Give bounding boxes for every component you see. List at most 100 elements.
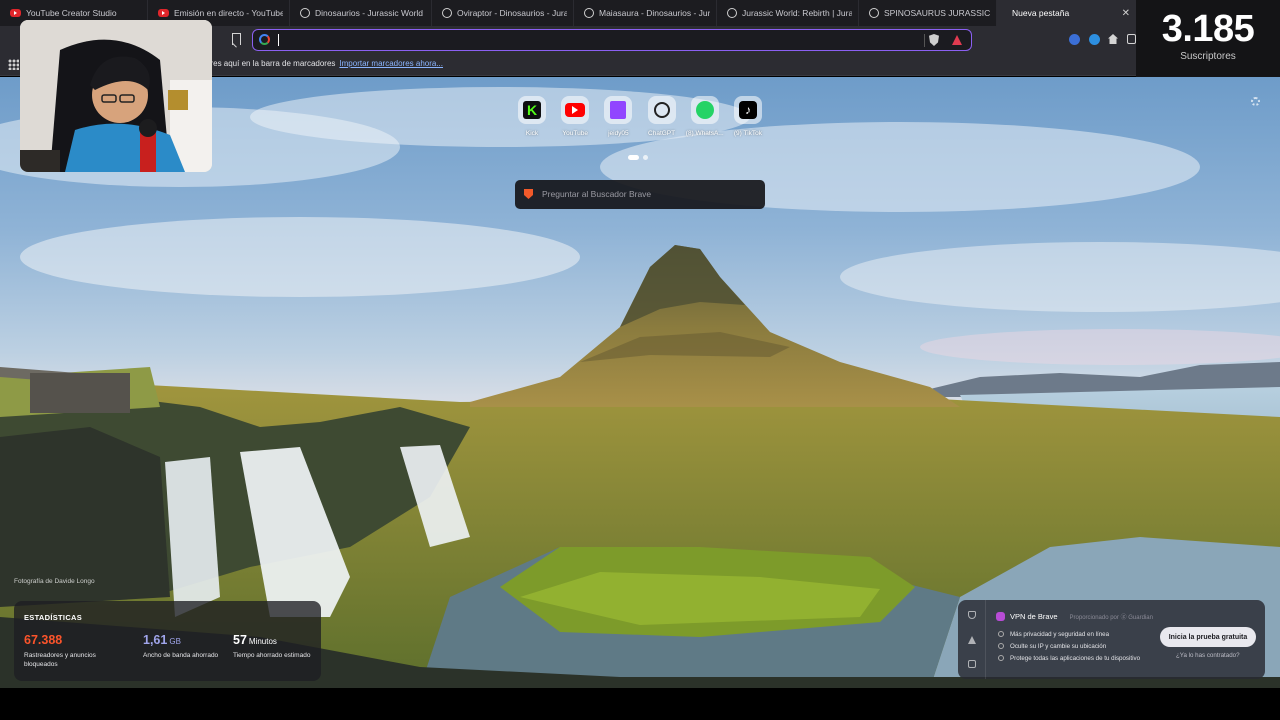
stat-desc: Rastreadores y anuncios bloqueados bbox=[24, 652, 96, 669]
top-site-label: (9) TikTok bbox=[733, 130, 763, 137]
tiktok-icon: ♪ bbox=[733, 96, 762, 124]
tab-label: Dinosaurios - Jurassic World Ev bbox=[315, 8, 425, 18]
tab-jurassic-rebirth[interactable]: Jurassic World: Rebirth | Jurass bbox=[717, 0, 859, 26]
tab-label: Oviraptor - Dinosaurios - Juras bbox=[457, 8, 567, 18]
apps-icon[interactable] bbox=[8, 59, 19, 70]
top-site-youtube[interactable]: YouTube bbox=[555, 96, 595, 146]
top-site-twitch[interactable]: jeidy05 bbox=[598, 96, 638, 146]
whatsapp-icon bbox=[690, 96, 719, 124]
top-site-kick[interactable]: K Kick bbox=[512, 96, 552, 146]
extensions-icon[interactable] bbox=[1127, 34, 1136, 44]
vpn-feature: Más privacidad y seguridad en línea bbox=[998, 628, 1140, 640]
divider bbox=[924, 34, 925, 47]
widget-rail bbox=[958, 600, 986, 679]
subscriber-count: 3.185 bbox=[1161, 8, 1255, 50]
subscriber-label: Suscriptores bbox=[1180, 51, 1236, 62]
bookmark-icon[interactable] bbox=[232, 33, 241, 45]
dino-icon bbox=[584, 8, 594, 18]
stats-title: ESTADÍSTICAS bbox=[24, 613, 83, 622]
top-site-label: jeidy05 bbox=[608, 130, 629, 137]
kick-icon: K bbox=[518, 96, 546, 124]
top-sites: K Kick YouTube jeidy05 ChatGPT (8) Whats… bbox=[512, 96, 768, 146]
vpn-widget: VPN de Brave Proporcionado por ⓖ Guardia… bbox=[958, 600, 1265, 679]
youtube-icon bbox=[561, 96, 590, 124]
browser-window: YouTube Creator Studio Emisión en direct… bbox=[0, 0, 1280, 720]
top-site-label: YouTube bbox=[562, 130, 588, 137]
page-dot-active[interactable] bbox=[628, 155, 639, 160]
settings-gear-icon[interactable] bbox=[1251, 97, 1260, 106]
talk-icon[interactable] bbox=[968, 660, 976, 668]
dino-icon bbox=[300, 8, 310, 18]
already-purchased-link[interactable]: ¿Ya lo has contratado? bbox=[1176, 652, 1240, 659]
vpn-shield-icon[interactable] bbox=[968, 611, 976, 619]
brave-rewards-icon[interactable] bbox=[952, 35, 962, 45]
text-caret bbox=[278, 34, 279, 46]
tab-maiasaura[interactable]: Maiasaura - Dinosaurios - Jura bbox=[574, 0, 717, 26]
tab-label: Maiasaura - Dinosaurios - Jura bbox=[599, 8, 710, 18]
tiktok-logo: ♪ bbox=[738, 101, 757, 119]
youtube-icon bbox=[10, 9, 21, 17]
whatsapp-logo bbox=[695, 101, 714, 119]
import-bookmarks-link[interactable]: Importar marcadores ahora... bbox=[339, 59, 443, 68]
photo-credit[interactable]: Fotografía de Davide Longo bbox=[14, 578, 95, 585]
rewards-triangle-icon[interactable] bbox=[968, 636, 976, 644]
top-site-label: Kick bbox=[525, 130, 539, 137]
chatgpt-icon bbox=[647, 96, 676, 124]
stat-bandwidth-saved: 1,61 GB Ancho de banda ahorrado bbox=[143, 631, 221, 660]
vpn-feature: Oculte su IP y cambie su ubicación bbox=[998, 640, 1140, 652]
tab-nueva-pestana[interactable]: Nueva pestaña ✕ bbox=[997, 0, 1137, 26]
stats-widget: ESTADÍSTICAS 67.388 Rastreadores y anunc… bbox=[14, 601, 321, 681]
page-dot[interactable] bbox=[643, 155, 648, 160]
stat-value: 67.388 bbox=[24, 633, 63, 647]
vpn-feature-list: Más privacidad y seguridad en línea Ocul… bbox=[998, 628, 1140, 664]
bookmarks-hint-text: ores aquí en la barra de marcadores bbox=[206, 59, 336, 68]
close-tab-icon[interactable]: ✕ bbox=[1122, 8, 1130, 19]
brave-lion-icon bbox=[524, 189, 533, 199]
extension-icon[interactable] bbox=[1089, 34, 1100, 45]
tab-oviraptor[interactable]: Oviraptor - Dinosaurios - Juras bbox=[432, 0, 574, 26]
search-placeholder: Preguntar al Buscador Brave bbox=[542, 189, 652, 199]
globe-icon bbox=[869, 8, 879, 18]
top-site-tiktok[interactable]: ♪ (9) TikTok bbox=[728, 96, 768, 146]
home-icon[interactable] bbox=[1108, 34, 1118, 44]
tab-spinosaurus[interactable]: SPINOSAURUS JURASSIC WOR bbox=[859, 0, 997, 26]
top-sites-pagination[interactable] bbox=[628, 155, 650, 161]
brave-shields-icon[interactable] bbox=[929, 34, 939, 46]
top-site-label: (8) WhatsA... bbox=[685, 130, 724, 137]
tab-label: SPINOSAURUS JURASSIC WOR bbox=[884, 8, 990, 18]
address-bar[interactable] bbox=[252, 29, 972, 51]
kick-logo: K bbox=[523, 101, 541, 119]
bookmarks-hint: ores aquí en la barra de marcadores Impor… bbox=[206, 59, 443, 68]
stat-desc: Tiempo ahorrado estimado bbox=[233, 652, 311, 659]
tab-dinosaurios[interactable]: Dinosaurios - Jurassic World Ev bbox=[290, 0, 432, 26]
vpn-title: VPN de Brave bbox=[1010, 612, 1058, 621]
twitch-icon bbox=[604, 96, 633, 124]
extension-icon[interactable] bbox=[1069, 34, 1080, 45]
stat-unit: GB bbox=[169, 637, 181, 646]
stat-time-saved: 57 Minutos Tiempo ahorrado estimado bbox=[233, 631, 311, 660]
brave-search-box[interactable]: Preguntar al Buscador Brave bbox=[515, 180, 765, 209]
subscriber-counter: 3.185 Suscriptores bbox=[1136, 0, 1280, 80]
top-site-whatsapp[interactable]: (8) WhatsA... bbox=[685, 96, 725, 146]
tab-label: YouTube Creator Studio bbox=[26, 8, 117, 18]
tab-label: Jurassic World: Rebirth | Jurass bbox=[742, 8, 852, 18]
stat-desc: Ancho de banda ahorrado bbox=[143, 652, 219, 659]
stat-trackers-blocked: 67.388 Rastreadores y anuncios bloqueado… bbox=[24, 631, 102, 670]
top-site-label: ChatGPT bbox=[648, 130, 676, 137]
dino-icon bbox=[727, 8, 737, 18]
youtube-logo bbox=[565, 103, 586, 117]
twitch-logo bbox=[610, 101, 627, 119]
webcam-overlay bbox=[20, 20, 212, 172]
bottom-bar bbox=[0, 688, 1280, 720]
vpn-provider: Proporcionado por ⓖ Guardian bbox=[1069, 615, 1153, 621]
chatgpt-logo bbox=[653, 102, 670, 118]
youtube-icon bbox=[158, 9, 169, 17]
top-site-chatgpt[interactable]: ChatGPT bbox=[642, 96, 682, 146]
stat-value: 57 bbox=[233, 633, 247, 647]
play-glyph bbox=[572, 106, 579, 114]
webcam-illustration bbox=[20, 20, 212, 172]
vpn-header: VPN de Brave Proporcionado por ⓖ Guardia… bbox=[996, 612, 1153, 621]
vpn-logo-icon bbox=[996, 612, 1005, 621]
start-trial-button[interactable]: Inicia la prueba gratuita bbox=[1160, 627, 1256, 647]
tab-label: Nueva pestaña bbox=[1012, 8, 1070, 18]
